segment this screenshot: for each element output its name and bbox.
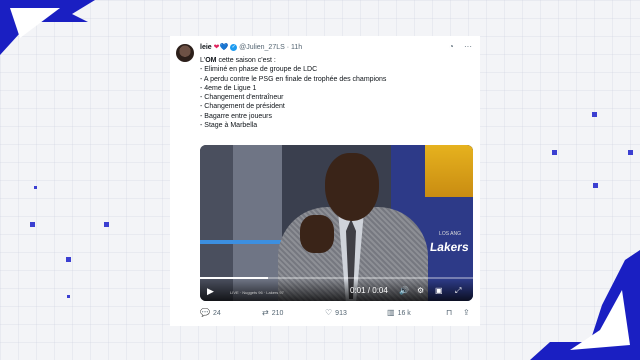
video-time-current: 0:01 <box>350 286 366 295</box>
video-time: 0:01 / 0:04 <box>350 286 388 295</box>
decor-dot <box>552 150 557 155</box>
reply-button[interactable]: 💬 24 <box>200 308 221 317</box>
avatar[interactable] <box>176 44 194 62</box>
like-button[interactable]: ♡ 913 <box>325 308 347 317</box>
grok-icon[interactable]: ◔ <box>449 42 454 51</box>
corner-star-bottom-right <box>530 250 640 360</box>
fullscreen-icon[interactable]: ⤢ <box>455 286 461 296</box>
decor-dot <box>592 112 597 117</box>
tweet-text: L'OM cette saison c'est : - Eliminé en p… <box>200 56 470 130</box>
video-time-total: 0:04 <box>372 286 388 295</box>
handle[interactable]: @Julien_27LS <box>239 44 285 51</box>
decor-dot <box>67 295 70 298</box>
like-count: 913 <box>335 310 347 317</box>
video-overlay-small: LOS ANG <box>439 231 461 237</box>
view-count: 16 k <box>397 310 411 317</box>
decor-dot <box>628 150 633 155</box>
video-ticker: LIVE · Nuggets 96 · Lakers 97 <box>230 290 284 295</box>
share-button[interactable]: ⇪ <box>463 308 473 317</box>
more-options-icon[interactable]: ··· <box>464 42 472 51</box>
bookmark-button[interactable]: ⊓ <box>446 308 455 317</box>
tweet-line: - A perdu contre le PSG en finale de tro… <box>200 75 387 83</box>
share-icon: ⇪ <box>463 308 470 317</box>
reply-icon: 💬 <box>200 308 210 317</box>
tweet-line: - Changement de président <box>200 103 285 111</box>
timestamp[interactable]: 11h <box>291 44 302 51</box>
subtitles-icon[interactable]: ▣ <box>435 286 443 296</box>
reply-count: 24 <box>212 310 221 317</box>
heart-icon: ♡ <box>325 308 333 317</box>
repost-icon: ⇄ <box>262 308 269 317</box>
tweet-line: - Stage à Marbella <box>200 122 258 130</box>
video-player[interactable]: LOS ANG Lakers ▶ LIVE · Nuggets 96 · Lak… <box>200 145 473 301</box>
decor-dot <box>593 183 598 188</box>
decor-dot <box>104 222 109 227</box>
decor-dot <box>30 222 35 227</box>
decor-dot <box>66 257 71 262</box>
tweet-card: leie ❤💙 ✓ @Julien_27LS · 11h ◔ ··· L'OM … <box>170 36 480 326</box>
bookmark-icon: ⊓ <box>446 308 453 317</box>
repost-button[interactable]: ⇄ 210 <box>262 308 283 317</box>
tweet-line: - Changement d'entraîneur <box>200 94 284 102</box>
play-icon[interactable]: ▶ <box>207 286 214 296</box>
tweet-line: - Eliminé en phase de groupe de LDC <box>200 66 318 74</box>
blue-heart-emoji: 💙 <box>219 44 229 51</box>
tweet-line: L'OM cette saison c'est : <box>200 57 276 64</box>
display-name[interactable]: leie <box>200 44 212 51</box>
views-button[interactable]: ▥ 16 k <box>387 308 411 317</box>
tweet-line: - 4eme de Ligue 1 <box>200 84 257 92</box>
decor-dot <box>34 186 37 189</box>
video-controls: ▶ LIVE · Nuggets 96 · Lakers 97 0:01 / 0… <box>200 279 473 301</box>
header-icons: ◔ ··· <box>441 42 472 51</box>
verified-badge-icon: ✓ <box>230 43 238 51</box>
tweet-line: - Bagarre entre joueurs <box>200 112 272 120</box>
video-overlay-text: Lakers <box>429 240 470 254</box>
tweet-header: leie ❤💙 ✓ @Julien_27LS · 11h <box>200 43 303 51</box>
volume-icon[interactable]: 🔊 <box>399 286 409 296</box>
repost-count: 210 <box>271 310 284 317</box>
corner-star-top-left <box>0 0 95 55</box>
views-icon: ▥ <box>387 308 395 317</box>
settings-icon[interactable]: ⚙ <box>417 286 424 296</box>
